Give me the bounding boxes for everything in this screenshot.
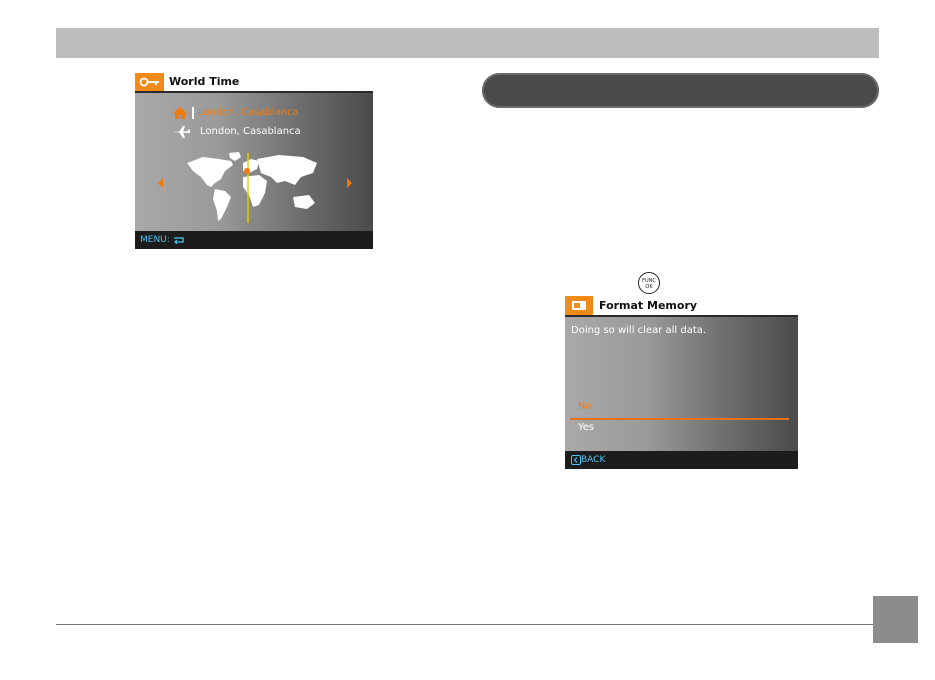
option-no[interactable]: No — [578, 401, 592, 412]
travel-city-name: London, Casablanca — [200, 126, 301, 137]
house-icon — [173, 107, 187, 119]
home-city-name: London, Casablanca — [198, 107, 299, 118]
world-map-icon — [187, 152, 317, 223]
wrench-icon — [139, 77, 159, 87]
selection-underline — [570, 418, 789, 420]
home-city-row[interactable]: London, Casablanca — [172, 105, 312, 121]
memory-tab — [565, 296, 593, 315]
travel-city-row[interactable]: London, Casablanca — [172, 124, 312, 140]
screen-body: Doing so will clear all data. No Yes — [565, 317, 798, 451]
screen-footer: MENU: — [135, 231, 373, 249]
page-header-bar — [56, 28, 879, 58]
left-arrow-icon[interactable] — [158, 178, 163, 188]
format-memory-screen: Format Memory Doing so will clear all da… — [565, 296, 798, 469]
back-hint[interactable]: BACK — [571, 451, 605, 469]
warning-message: Doing so will clear all data. — [571, 325, 707, 336]
screen-title: World Time — [169, 75, 240, 88]
back-arrow-icon — [571, 454, 581, 465]
screen-title-bar: Format Memory — [565, 296, 798, 317]
option-yes[interactable]: Yes — [578, 422, 594, 433]
settings-tab — [135, 73, 164, 91]
memory-card-icon — [572, 301, 586, 310]
screen-footer: BACK — [565, 451, 798, 469]
footer-rule — [56, 624, 874, 625]
page-number-box — [873, 596, 918, 643]
screen-title-bar: World Time — [135, 73, 373, 93]
text-cursor — [192, 107, 194, 119]
func-ok-button-icon: FUNC OK — [638, 272, 660, 294]
screen-body: London, Casablanca London, Casablanca — [135, 93, 373, 231]
section-banner — [482, 73, 879, 108]
return-icon — [173, 236, 184, 244]
screen-title: Format Memory — [599, 299, 698, 312]
airplane-icon — [172, 126, 190, 138]
menu-hint: MENU: — [140, 231, 185, 249]
right-arrow-icon[interactable] — [347, 178, 352, 188]
world-time-screen: World Time London, Casablanca London, Ca… — [135, 73, 373, 249]
